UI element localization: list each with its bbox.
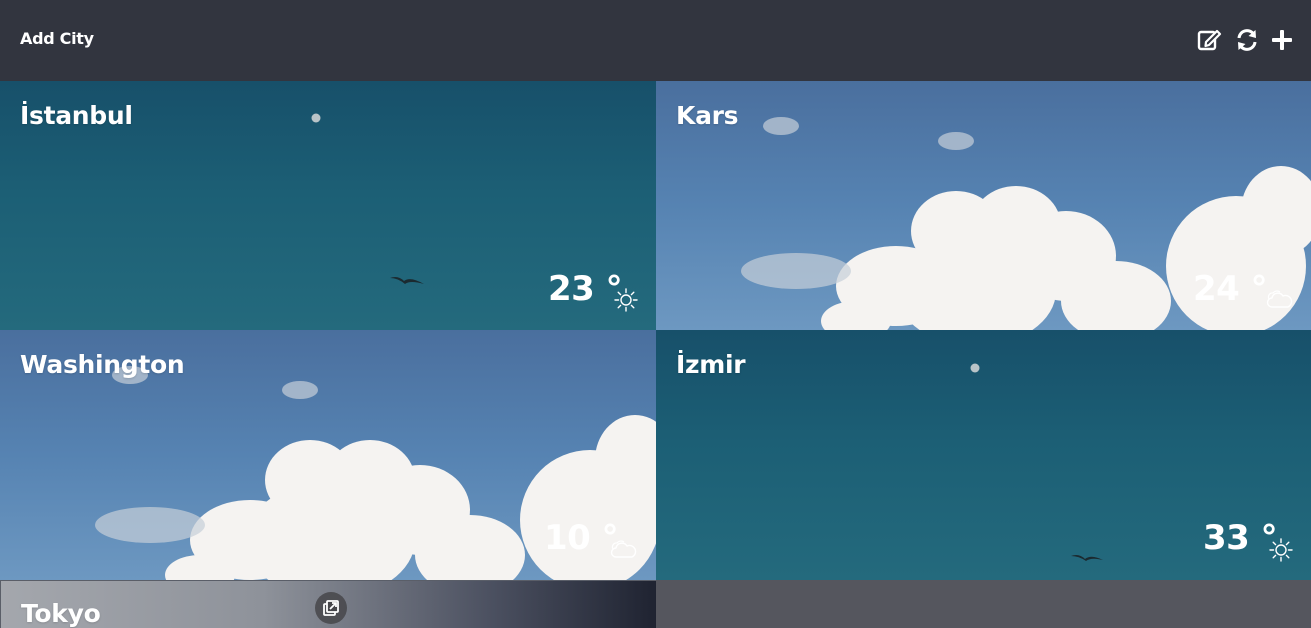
sunny-icon bbox=[614, 288, 638, 312]
city-name: Kars bbox=[676, 101, 739, 130]
cloudy-icon bbox=[610, 540, 637, 558]
edit-icon[interactable] bbox=[1196, 27, 1222, 53]
temperature: 10 ° bbox=[544, 518, 619, 558]
city-card-washington[interactable]: Washington 10 ° bbox=[0, 330, 656, 580]
plus-icon[interactable] bbox=[1269, 27, 1295, 53]
temperature: 24 ° bbox=[1193, 269, 1268, 309]
cloudy-icon bbox=[1266, 290, 1293, 308]
add-city-title[interactable]: Add City bbox=[20, 29, 94, 48]
city-card-kars[interactable]: Kars 24 ° bbox=[656, 81, 1311, 330]
sunny-icon bbox=[1269, 538, 1293, 562]
refresh-icon[interactable] bbox=[1234, 27, 1260, 53]
city-card-tokyo[interactable]: Tokyo bbox=[0, 580, 656, 628]
city-grid: İstanbul 23 ° Kars 24 ° Washington 10 ° … bbox=[0, 81, 1311, 628]
city-card-istanbul[interactable]: İstanbul 23 ° bbox=[0, 81, 656, 330]
city-name: Tokyo bbox=[21, 599, 101, 628]
city-name: İstanbul bbox=[20, 101, 133, 130]
city-name: Washington bbox=[20, 350, 185, 379]
city-name: İzmir bbox=[676, 350, 746, 379]
empty-slot bbox=[656, 580, 1311, 627]
open-external-button[interactable] bbox=[315, 592, 347, 624]
open-external-icon bbox=[323, 600, 339, 616]
top-bar: Add City bbox=[0, 0, 1311, 81]
city-card-izmir[interactable]: İzmir 33 ° bbox=[656, 330, 1311, 580]
